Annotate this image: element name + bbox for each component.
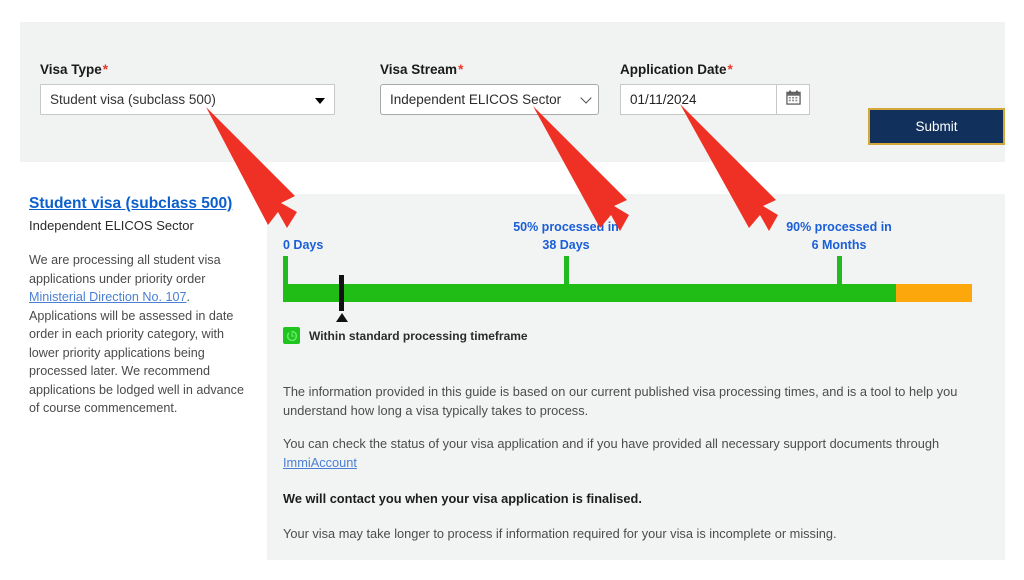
processing-timeline-chart: 0 Days 50% processed in 38 Days 90% proc… — [283, 206, 989, 326]
visa-stream-subtitle: Independent ELICOS Sector — [29, 218, 194, 233]
visa-stream-select[interactable]: Independent ELICOS Sector — [380, 84, 599, 115]
required-asterisk: * — [727, 62, 733, 77]
visa-title-link[interactable]: Student visa (subclass 500) — [29, 194, 232, 214]
chart-marker-start-label: 0 Days — [283, 238, 324, 252]
clock-icon — [283, 327, 300, 344]
application-date-field: Application Date* 01/11/2024 — [620, 62, 810, 115]
visa-priority-note-part1: We are processing all student visa appli… — [29, 253, 221, 286]
chevron-down-icon — [315, 97, 325, 104]
bar-segment-within-standard — [283, 284, 896, 302]
visa-stream-value: Independent ELICOS Sector — [390, 92, 562, 107]
chart-marker-p50-label: 38 Days — [542, 238, 590, 252]
chart-tick-p50 — [563, 256, 569, 284]
visa-stream-field: Visa Stream* Independent ELICOS Sector — [380, 62, 599, 115]
contact-notice: We will contact you when your visa appli… — [283, 491, 642, 506]
application-date-input[interactable]: 01/11/2024 — [620, 84, 776, 115]
chart-marker-p90-label: 6 Months — [811, 238, 867, 252]
status-check-paragraph: You can check the status of your visa ap… — [283, 434, 983, 472]
visa-stream-label: Visa Stream* — [380, 62, 599, 77]
visa-type-label: Visa Type* — [40, 62, 335, 77]
page-root: Visa Type* Student visa (subclass 500) V… — [0, 0, 1024, 580]
calendar-icon — [785, 90, 801, 110]
status-check-text: You can check the status of your visa ap… — [283, 436, 940, 451]
chart-marker-p50-headline: 50% processed in — [513, 220, 619, 234]
application-date-label-text: Application Date — [620, 62, 727, 77]
calendar-picker-button[interactable] — [776, 84, 810, 115]
visa-priority-note-part2: . Applications will be assessed in date … — [29, 290, 244, 415]
current-application-marker — [339, 275, 344, 311]
visa-info-sidebar: Student visa (subclass 500) Independent … — [29, 194, 251, 418]
ministerial-direction-link[interactable]: Ministerial Direction No. 107 — [29, 290, 186, 304]
processing-bar — [283, 284, 972, 302]
required-asterisk: * — [102, 62, 109, 77]
search-form-panel: Visa Type* Student visa (subclass 500) V… — [20, 22, 1005, 162]
immiaccount-link[interactable]: ImmiAccount — [283, 455, 357, 470]
visa-stream-label-text: Visa Stream — [380, 62, 458, 77]
submit-button[interactable]: Submit — [868, 108, 1005, 145]
required-asterisk: * — [458, 62, 464, 77]
current-application-pointer-icon — [335, 313, 348, 322]
processing-times-panel: 0 Days 50% processed in 38 Days 90% proc… — [267, 194, 1005, 560]
chevron-down-icon — [580, 91, 592, 104]
visa-type-field: Visa Type* Student visa (subclass 500) — [40, 62, 335, 115]
application-date-label: Application Date* — [620, 62, 810, 77]
guide-info-paragraph: The information provided in this guide i… — [283, 384, 958, 418]
chart-tick-p90 — [836, 256, 842, 284]
visa-priority-note: We are processing all student visa appli… — [29, 251, 251, 418]
visa-type-select[interactable]: Student visa (subclass 500) — [40, 84, 335, 115]
chart-tick-start — [283, 256, 288, 284]
bar-segment-beyond-standard — [896, 284, 972, 302]
delay-notice: Your visa may take longer to process if … — [283, 526, 837, 541]
chart-legend: Within standard processing timeframe — [283, 327, 528, 344]
visa-type-value: Student visa (subclass 500) — [50, 92, 216, 107]
legend-label-within-standard: Within standard processing timeframe — [309, 328, 528, 343]
application-date-group: 01/11/2024 — [620, 84, 810, 115]
chart-marker-p90-headline: 90% processed in — [786, 220, 892, 234]
visa-type-label-text: Visa Type — [40, 62, 102, 77]
